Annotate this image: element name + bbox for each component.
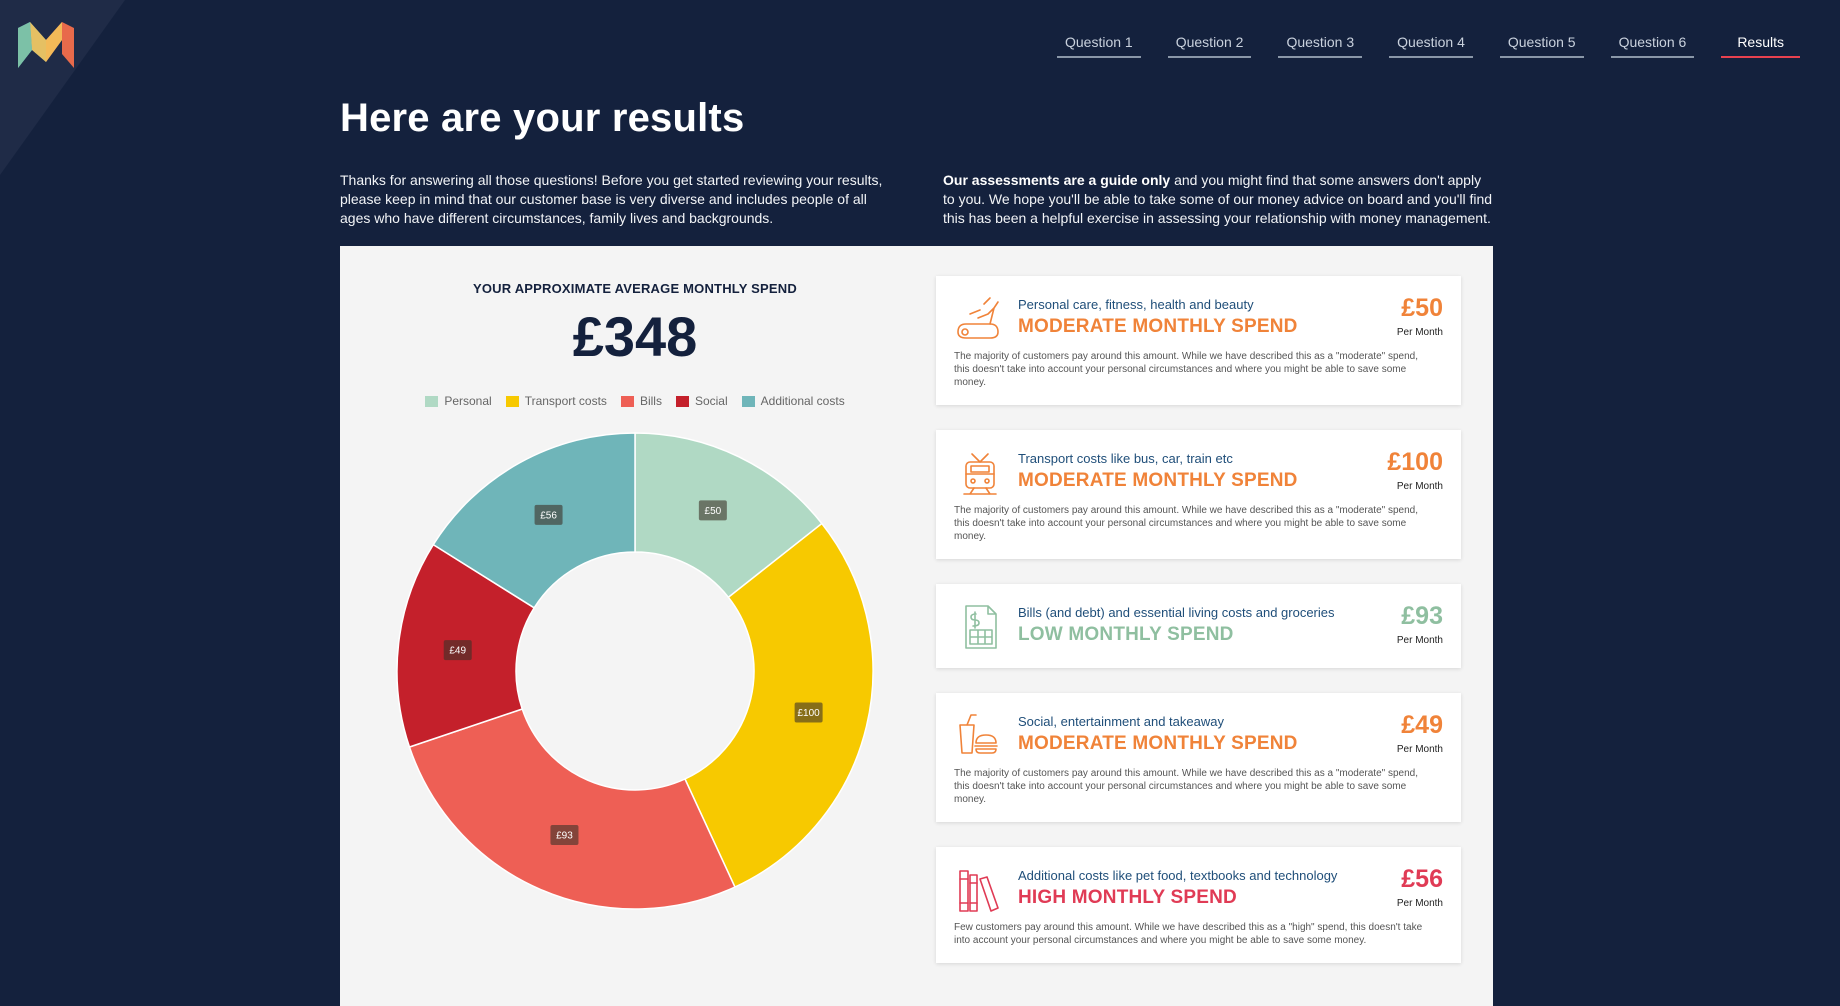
question-nav: Question 1 Question 2 Question 3 Questio… xyxy=(1057,34,1800,58)
intro-right-bold: Our assessments are a guide only xyxy=(943,172,1171,188)
results-panel: YOUR APPROXIMATE AVERAGE MONTHLY SPEND £… xyxy=(340,246,1493,1006)
card-amount: £50 xyxy=(1401,294,1443,322)
card-spend-level: MODERATE MONTHLY SPEND xyxy=(1018,470,1298,491)
card-description: Few customers pay around this amount. Wh… xyxy=(954,922,1423,946)
card-text: Personal care, fitness, health and beaut… xyxy=(1018,294,1387,338)
card-spend-level: HIGH MONTHLY SPEND xyxy=(1018,887,1237,908)
monzo-logo-icon[interactable] xyxy=(18,22,74,72)
card-per-month: Per Month xyxy=(1396,327,1443,338)
legend-item-social[interactable]: Social xyxy=(675,394,728,408)
legend-item-personal[interactable]: Personal xyxy=(425,394,492,408)
page-title: Here are your results xyxy=(340,96,745,140)
card-amount: £49 xyxy=(1401,711,1443,739)
donut-value-label: £93 xyxy=(550,824,579,845)
legend-item-transport-costs[interactable]: Transport costs xyxy=(505,394,607,408)
spend-title: YOUR APPROXIMATE AVERAGE MONTHLY SPEND xyxy=(473,281,797,296)
intro-right: Our assessments are a guide only and you… xyxy=(943,171,1493,228)
card-category: Transport costs like bus, car, train etc xyxy=(1018,451,1233,466)
card-category: Additional costs like pet food, textbook… xyxy=(1018,868,1338,883)
legend-label: Bills xyxy=(639,394,662,408)
card-header: Personal care, fitness, health and beaut… xyxy=(954,294,1443,342)
spend-summary: YOUR APPROXIMATE AVERAGE MONTHLY SPEND £… xyxy=(340,246,930,369)
card-price: £56 Per Month xyxy=(1397,865,1443,909)
card-spend-level: LOW MONTHLY SPEND xyxy=(1018,624,1234,645)
card-category: Personal care, fitness, health and beaut… xyxy=(1018,297,1254,312)
card-per-month: Per Month xyxy=(1396,898,1443,909)
card-price: £50 Per Month xyxy=(1397,294,1443,338)
card-header: Bills (and debt) and essential living co… xyxy=(954,602,1443,650)
intro: Thanks for answering all those questions… xyxy=(340,171,1493,228)
legend-label: Transport costs xyxy=(524,394,607,408)
spend-amount: £348 xyxy=(572,305,698,368)
donut-value-label: £100 xyxy=(794,702,823,723)
nav-results[interactable]: Results xyxy=(1721,34,1800,58)
legend-swatch xyxy=(741,395,755,407)
card-text: Additional costs like pet food, textbook… xyxy=(1018,865,1387,909)
legend-item-additional-costs[interactable]: Additional costs xyxy=(741,394,845,408)
nav-question-3[interactable]: Question 3 xyxy=(1278,34,1363,58)
spend-card: Additional costs like pet food, textbook… xyxy=(936,847,1461,963)
nav-question-2[interactable]: Question 2 xyxy=(1167,34,1252,58)
card-header: Transport costs like bus, car, train etc… xyxy=(954,448,1443,496)
donut-slice-bills[interactable] xyxy=(408,708,736,910)
legend-swatch xyxy=(620,395,634,407)
nav-question-4[interactable]: Question 4 xyxy=(1389,34,1473,58)
card-text: Social, entertainment and takeaway MODERA… xyxy=(1018,711,1387,755)
legend-label: Personal xyxy=(444,394,492,408)
card-amount: £93 xyxy=(1401,602,1443,630)
category-cards: Personal care, fitness, health and beaut… xyxy=(936,276,1461,988)
bill-icon xyxy=(965,605,997,649)
card-price: £93 Per Month xyxy=(1397,602,1443,646)
donut-label-text: £100 xyxy=(797,708,820,719)
donut-label-text: £49 xyxy=(449,646,466,657)
spend-card: Social, entertainment and takeaway MODERA… xyxy=(936,693,1461,822)
legend-swatch xyxy=(505,395,519,407)
donut-value-label: £56 xyxy=(534,504,563,525)
card-price: £49 Per Month xyxy=(1397,711,1443,755)
legend-label: Additional costs xyxy=(760,394,845,408)
legend-swatch xyxy=(425,395,439,407)
card-text: Transport costs like bus, car, train etc… xyxy=(1018,448,1377,492)
tram-icon xyxy=(963,453,997,495)
card-amount: £56 xyxy=(1401,865,1443,893)
results-main: Here are your results Thanks for answeri… xyxy=(340,96,1493,1006)
card-price: £100 Per Month xyxy=(1387,448,1443,492)
donut-label-text: £93 xyxy=(556,830,573,841)
card-category: Bills (and debt) and essential living co… xyxy=(1018,605,1335,620)
donut-label-text: £56 xyxy=(540,510,557,521)
card-spend-level: MODERATE MONTHLY SPEND xyxy=(1018,733,1298,754)
books-icon xyxy=(959,870,999,912)
nav-question-5[interactable]: Question 5 xyxy=(1499,34,1584,58)
card-per-month: Per Month xyxy=(1396,744,1443,755)
card-amount: £100 xyxy=(1387,448,1443,476)
card-spend-level: MODERATE MONTHLY SPEND xyxy=(1018,316,1298,337)
card-per-month: Per Month xyxy=(1396,481,1443,492)
legend-label: Social xyxy=(694,394,728,408)
donut-label-text: £50 xyxy=(705,506,722,517)
nav-question-6[interactable]: Question 6 xyxy=(1610,34,1695,58)
treadmill-icon xyxy=(957,297,999,339)
donut-value-label: £49 xyxy=(443,640,472,661)
chart-legend: Personal Transport costs Bills Social Additi… xyxy=(340,394,930,408)
legend-item-bills[interactable]: Bills xyxy=(620,394,662,408)
card-description: The majority of customers pay around thi… xyxy=(954,768,1418,805)
spend-card: Bills (and debt) and essential living co… xyxy=(936,584,1461,668)
card-per-month: Per Month xyxy=(1396,635,1443,646)
nav-question-1[interactable]: Question 1 xyxy=(1057,34,1141,58)
donut-value-label: £50 xyxy=(698,500,727,521)
takeaway-icon xyxy=(959,714,998,754)
card-description: The majority of customers pay around thi… xyxy=(954,351,1418,388)
intro-left: Thanks for answering all those questions… xyxy=(340,172,883,226)
card-header: Social, entertainment and takeaway MODERA… xyxy=(954,711,1443,759)
card-text: Bills (and debt) and essential living co… xyxy=(1018,602,1387,646)
spend-donut-chart: £50 £100 £93 £49 £56 xyxy=(396,432,874,910)
spend-card: Personal care, fitness, health and beaut… xyxy=(936,276,1461,405)
spend-card: Transport costs like bus, car, train etc… xyxy=(936,430,1461,559)
card-category: Social, entertainment and takeaway xyxy=(1018,714,1224,729)
legend-swatch xyxy=(675,395,689,407)
card-description: The majority of customers pay around thi… xyxy=(954,505,1418,542)
card-header: Additional costs like pet food, textbook… xyxy=(954,865,1443,913)
